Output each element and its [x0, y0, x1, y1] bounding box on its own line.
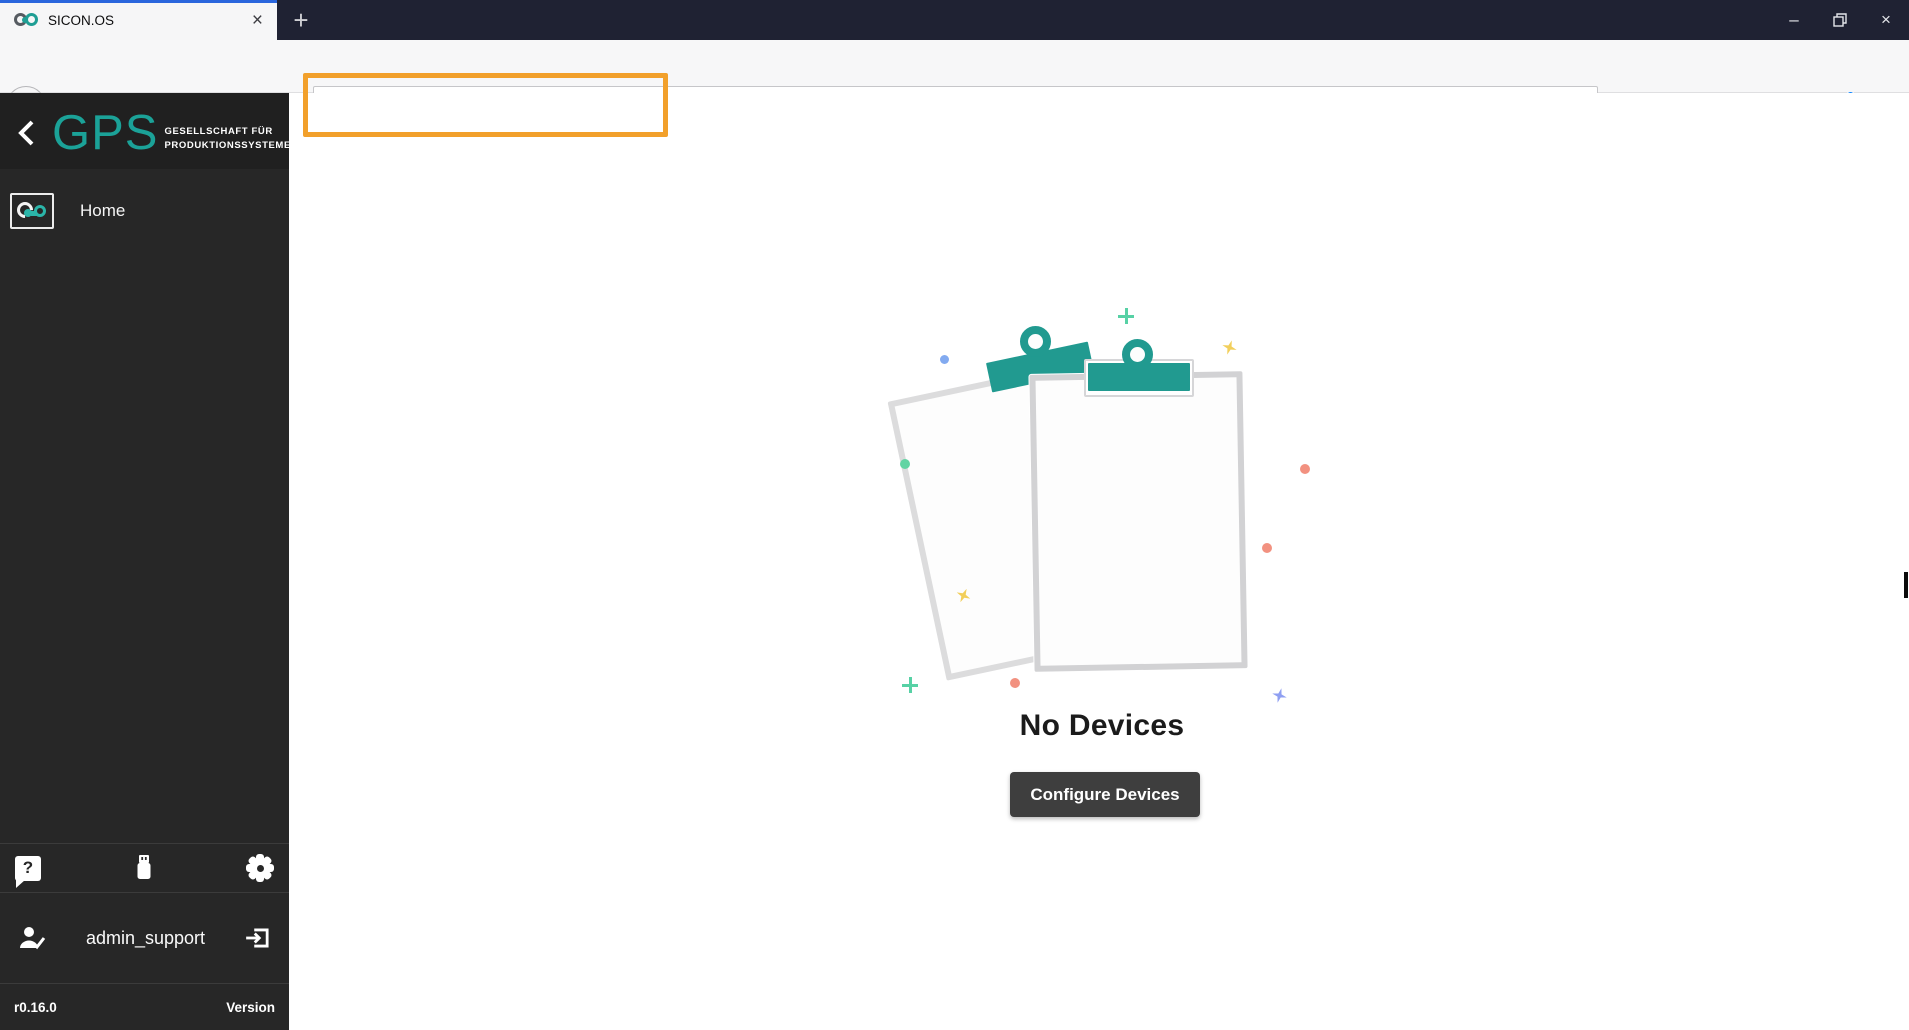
gps-logo: GPS: [52, 105, 159, 160]
new-tab-button[interactable]: +: [284, 0, 318, 40]
tab-siconos[interactable]: SICON.OS ×: [0, 0, 277, 40]
clipboard-front-ring: [1122, 339, 1153, 370]
gps-logo-subtitle: GESELLSCHAFT FÜR PRODUKTIONSSYSTEME: [164, 125, 291, 151]
confetti-sparkle: [1220, 338, 1239, 357]
devices-page: No Devices Configure Devices: [289, 93, 1909, 1030]
confetti-dot: [1300, 464, 1310, 474]
confetti-sparkle: [1270, 686, 1288, 704]
scrollbar-thumb[interactable]: [1904, 572, 1908, 598]
confetti-plus: [1118, 308, 1134, 324]
version-label: Version: [226, 999, 275, 1015]
sidebar-header: GPS GESELLSCHAFT FÜR PRODUKTIONSSYSTEME: [0, 93, 291, 169]
home-logo-icon: [10, 193, 54, 229]
app-sidebar: GPS GESELLSCHAFT FÜR PRODUKTIONSSYSTEME …: [0, 93, 291, 1030]
confetti-dot: [1262, 543, 1272, 553]
version-value: r0.16.0: [14, 999, 57, 1015]
browser-toolbar: ! https://siconos-cb9b.local/devices •••: [0, 40, 1909, 137]
sidebar-footer: ? admin_support r0.16.0 Version: [0, 843, 289, 1030]
tab-title: SICON.OS: [48, 12, 115, 28]
active-tab-indicator: [0, 0, 277, 3]
clipboard-back-ring: [1020, 326, 1051, 357]
username-label: admin_support: [85, 927, 206, 948]
user-account-icon: [17, 924, 47, 952]
sidebar-utility-row: ?: [0, 843, 289, 892]
empty-state-title: No Devices: [1019, 709, 1185, 742]
confetti-dot: [940, 355, 949, 364]
usb-icon[interactable]: [132, 853, 156, 883]
collapse-sidebar-chevron-icon[interactable]: [16, 118, 38, 148]
logout-icon[interactable]: [244, 924, 272, 952]
sidebar-item-home[interactable]: Home: [0, 191, 289, 231]
tab-bar: SICON.OS × + – ×: [0, 0, 1909, 40]
confetti-dot: [900, 459, 910, 469]
clipboard-front: [1029, 371, 1248, 672]
confetti-dot: [1010, 678, 1020, 688]
browser-window: SICON.OS × + – × GPS GESELLSCHAFT FÜR PR…: [0, 0, 1909, 1030]
confetti-plus: [902, 677, 918, 693]
sidebar-user-row[interactable]: admin_support: [0, 892, 289, 983]
tab-close-icon[interactable]: ×: [252, 11, 263, 30]
siconos-favicon-icon: [14, 12, 40, 28]
sidebar-version-row: r0.16.0 Version: [0, 983, 289, 1030]
window-close-button[interactable]: ×: [1863, 0, 1909, 40]
window-controls: – ×: [1771, 0, 1909, 40]
configure-devices-button[interactable]: Configure Devices: [1010, 772, 1200, 817]
sidebar-item-label: Home: [80, 201, 126, 220]
window-restore-button[interactable]: [1817, 0, 1863, 40]
settings-gear-icon[interactable]: [246, 854, 274, 882]
window-minimize-button[interactable]: –: [1771, 0, 1817, 40]
help-icon[interactable]: ?: [15, 855, 41, 888]
